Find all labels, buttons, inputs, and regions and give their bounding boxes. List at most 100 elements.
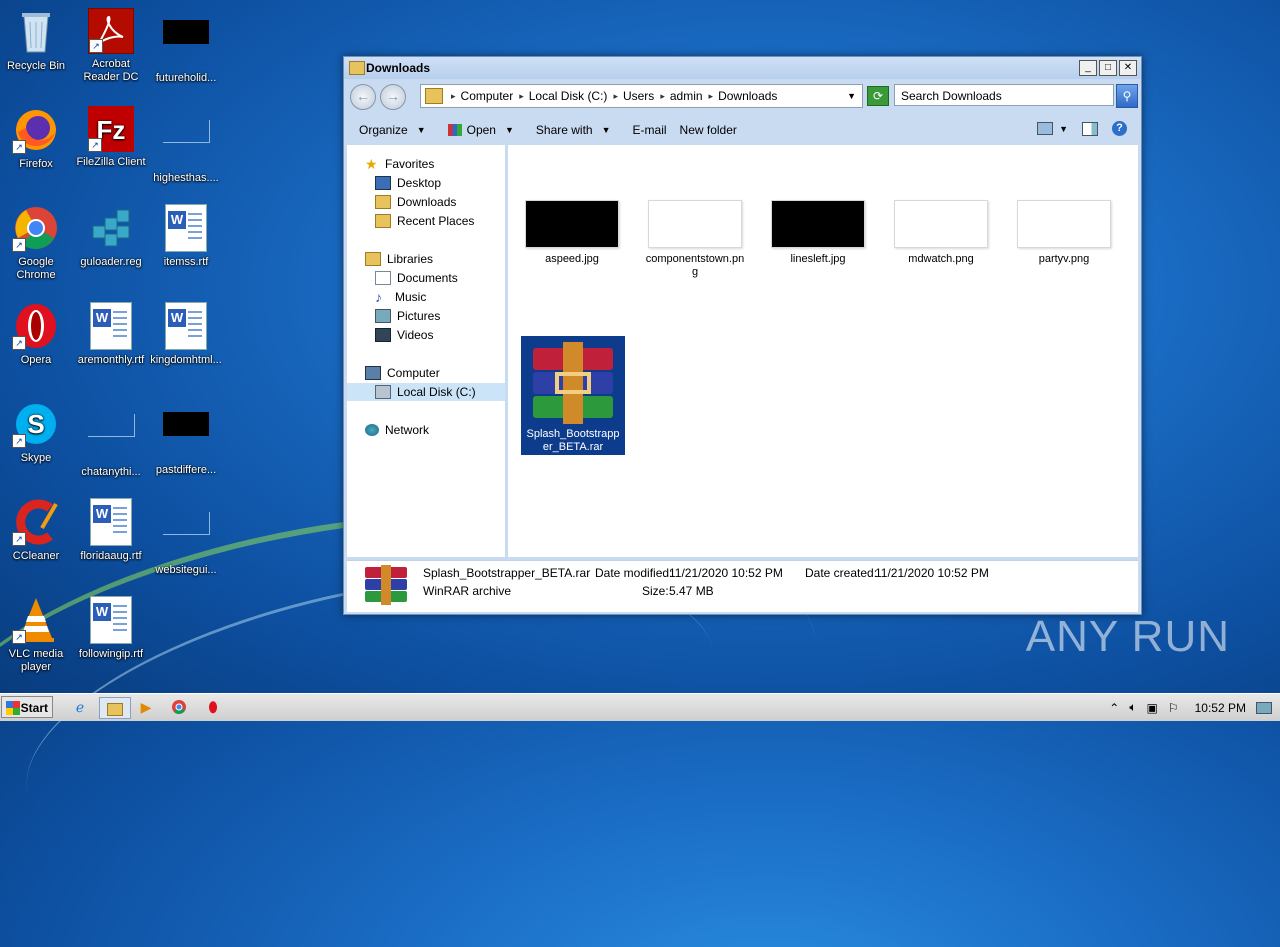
desktop-icon-floridaaug-rtf[interactable]: W floridaaug.rtf (73, 498, 149, 563)
breadcrumb-users[interactable]: Users (623, 89, 654, 103)
desktop-icon-label: itemss.rtf (163, 256, 209, 268)
nav-downloads[interactable]: Downloads (347, 193, 505, 211)
nav-network[interactable]: Network (347, 421, 505, 439)
chevron-right-icon: ▸ (519, 90, 524, 101)
email-button[interactable]: E-mail (618, 123, 674, 137)
desktop-icon-aremonthly-rtf[interactable]: W aremonthly.rtf (73, 302, 149, 367)
taskbar: Start ℯ ▶ ⬮ ⌃ 🔈︎ ▣ ⚐ 10:52 PM (0, 693, 1280, 721)
desktop-icon-chatanythi[interactable]: chatanythi... (73, 400, 149, 479)
nav-desktop[interactable]: Desktop (347, 174, 505, 192)
desktop-icon-label: chatanythi... (81, 466, 141, 478)
explorer-taskbar-button[interactable] (99, 697, 131, 719)
address-bar[interactable]: ▸ Computer ▸ Local Disk (C:) ▸ Users ▸ a… (420, 84, 863, 108)
computer-icon (365, 366, 381, 380)
media-player-icon[interactable]: ▶ (134, 697, 158, 717)
folder-icon (107, 702, 123, 716)
image-thumbnail (648, 200, 742, 248)
address-row: ← → ▸ Computer ▸ Local Disk (C:) ▸ Users… (348, 83, 1138, 110)
nav-label: Documents (397, 271, 458, 285)
search-icon[interactable]: ⚲ (1116, 84, 1138, 108)
file-item[interactable]: linesleft.jpg (762, 200, 874, 266)
desktop-icon-itemss-rtf[interactable]: W itemss.rtf (148, 204, 224, 269)
desktop-icon-highesthas[interactable]: highesthas.... (148, 106, 224, 185)
show-desktop-icon[interactable] (1256, 701, 1272, 714)
desktop-icon-firefox[interactable]: ↗ Firefox (0, 106, 74, 171)
file-item[interactable]: partyv.png (1008, 200, 1120, 266)
desktop-icon-label: Opera (20, 354, 52, 366)
desktop-icon-guloader-reg[interactable]: guloader.reg (73, 204, 149, 269)
breadcrumb-downloads[interactable]: Downloads (718, 89, 777, 103)
file-name: mdwatch.png (908, 253, 974, 265)
breadcrumb-computer[interactable]: Computer (461, 89, 514, 103)
nav-favorites[interactable]: ★ Favorites (347, 155, 505, 173)
preview-pane-icon[interactable] (1082, 121, 1098, 136)
desktop-icon-futureholid[interactable]: futureholid... (148, 8, 224, 85)
desktop-icon-skype[interactable]: S ↗ Skype (0, 400, 74, 465)
search-input[interactable]: Search Downloads (894, 84, 1114, 106)
open-button[interactable]: Open ▼ (433, 123, 521, 137)
chevron-down-icon[interactable]: ▼ (1059, 124, 1068, 134)
new-folder-button[interactable]: New folder (674, 123, 744, 137)
file-name: Splash_Bootstrapper_BETA.rar (526, 428, 620, 453)
file-list: aspeed.jpg componentstown.png linesleft.… (508, 145, 1138, 557)
file-item[interactable]: componentstown.png (639, 200, 751, 279)
desktop-icon-label: websitegui... (155, 564, 217, 576)
minimize-button[interactable]: _ (1079, 60, 1097, 76)
back-button[interactable]: ← (350, 84, 376, 110)
chevron-down-icon[interactable]: ▼ (847, 91, 856, 101)
nav-documents[interactable]: Documents (347, 269, 505, 287)
ccleaner-icon: ↗ (12, 498, 60, 546)
nav-music[interactable]: ♪ Music (347, 288, 505, 306)
volume-icon[interactable]: 🔈︎ (1129, 700, 1136, 715)
desktop-icon-opera[interactable]: ↗ Opera (0, 302, 74, 367)
refresh-button[interactable]: ⟳ (867, 86, 889, 106)
organize-button[interactable]: Organize ▼ (344, 123, 433, 137)
nav-recent-places[interactable]: Recent Places (347, 212, 505, 230)
shortcut-arrow-icon: ↗ (89, 39, 103, 53)
help-icon[interactable]: ? (1112, 121, 1127, 136)
close-button[interactable]: ✕ (1119, 60, 1137, 76)
desktop-icon-recycle-bin[interactable]: Recycle Bin (0, 8, 74, 73)
desktop-icon-label: kingdomhtml... (150, 354, 222, 366)
start-button[interactable]: Start (1, 696, 53, 718)
file-item[interactable]: mdwatch.png (885, 200, 997, 266)
nav-pictures[interactable]: Pictures (347, 307, 505, 325)
nav-local-disk[interactable]: Local Disk (C:) (347, 383, 505, 401)
desktop-icon-pastdiffere[interactable]: pastdiffere... (148, 400, 224, 477)
file-item-selected[interactable]: Splash_Bootstrapper_BETA.rar (521, 336, 625, 455)
desktop-icon-label: futureholid... (155, 72, 217, 84)
action-center-flag-icon[interactable]: ⚐ (1168, 701, 1179, 715)
desktop-icon-acrobat[interactable]: ↗ Acrobat Reader DC (73, 8, 149, 84)
nav-label: Pictures (397, 309, 441, 323)
details-date-modified-label: Date modified: (595, 566, 673, 580)
nav-computer[interactable]: Computer (347, 364, 505, 382)
change-view-icon[interactable] (1037, 122, 1054, 135)
desktop-icon-kingdomhtml[interactable]: W kingdomhtml... (148, 302, 224, 367)
desktop-icon-vlc[interactable]: ↗ VLC media player (0, 596, 74, 674)
show-hidden-icons-icon[interactable]: ⌃ (1109, 701, 1119, 715)
forward-button[interactable]: → (380, 84, 406, 110)
desktop-icon-websitegui[interactable]: websitegui... (148, 498, 224, 577)
nav-videos[interactable]: Videos (347, 326, 505, 344)
clock[interactable]: 10:52 PM (1195, 701, 1246, 715)
recent-places-icon (375, 214, 391, 228)
breadcrumb-admin[interactable]: admin (670, 89, 703, 103)
internet-explorer-icon[interactable]: ℯ (68, 697, 92, 717)
network-tray-icon[interactable]: ▣ (1147, 701, 1158, 715)
desktop-icon-ccleaner[interactable]: ↗ CCleaner (0, 498, 74, 563)
desktop-icon-followingip-rtf[interactable]: W followingip.rtf (73, 596, 149, 661)
maximize-button[interactable]: □ (1099, 60, 1117, 76)
breadcrumb-local-disk[interactable]: Local Disk (C:) (529, 89, 608, 103)
title-bar[interactable]: Downloads _ □ ✕ (344, 57, 1141, 79)
share-with-button[interactable]: Share with ▼ (521, 123, 618, 137)
nav-libraries[interactable]: Libraries (347, 250, 505, 268)
chrome-taskbar-icon[interactable] (167, 697, 191, 717)
pictures-icon (375, 309, 391, 323)
opera-taskbar-icon[interactable]: ⬮ (201, 697, 225, 717)
desktop-icon-chrome[interactable]: ↗ Google Chrome (0, 204, 74, 282)
organize-label: Organize (359, 123, 408, 137)
nav-label: Recent Places (397, 214, 475, 228)
desktop-icon-filezilla[interactable]: Fz ↗ FileZilla Client (73, 106, 149, 169)
file-item[interactable]: aspeed.jpg (516, 200, 628, 266)
image-file-icon (162, 512, 210, 560)
